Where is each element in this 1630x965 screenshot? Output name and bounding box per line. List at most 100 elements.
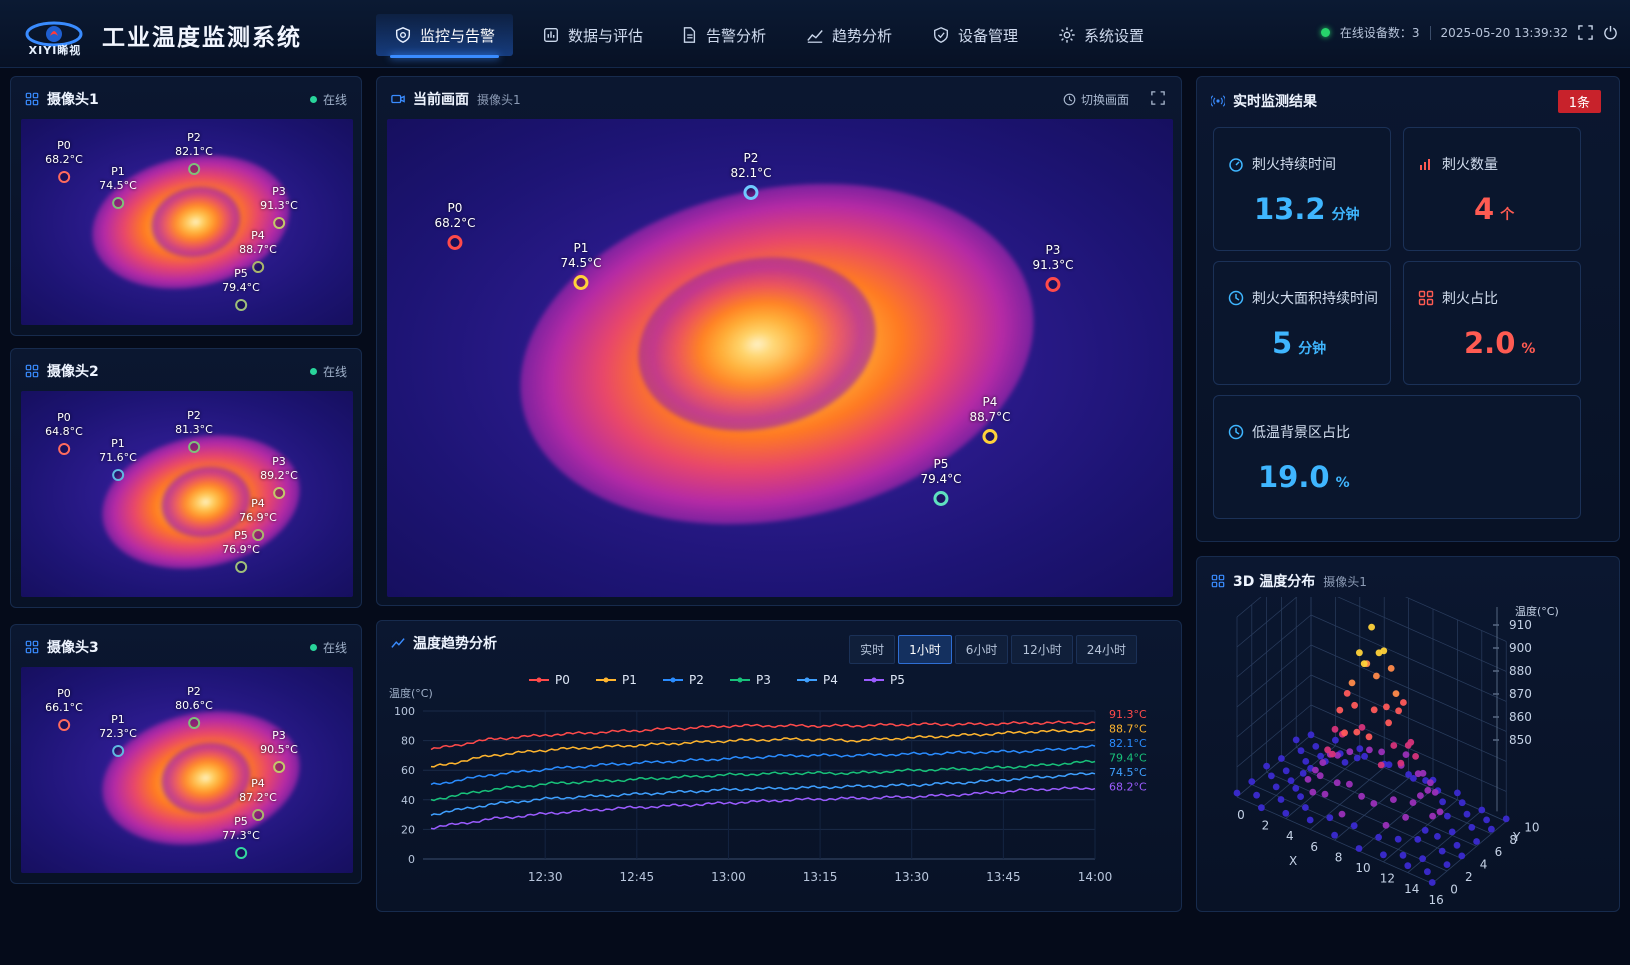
measure-point-p5[interactable]: P5 77.3°C <box>222 815 260 859</box>
x-tick-label: 13:15 <box>803 870 838 884</box>
camera-title: 摄像头1 <box>25 89 99 109</box>
y-tick-label: 60 <box>401 764 415 777</box>
nav-monitor-alarm[interactable]: 监控与告警 <box>376 14 514 58</box>
nav-trend-analysis[interactable]: 趋势分析 <box>788 14 910 56</box>
nav-device-manage[interactable]: 设备管理 <box>914 14 1036 56</box>
results-panel: 实时监测结果 1条 刺火持续时间 13.2 分钟 刺火数量 4 个 刺火大面积持… <box>1196 76 1620 542</box>
metric-value: 13.2 <box>1254 192 1326 226</box>
measure-point-p5[interactable]: P5 79.4°C <box>222 267 260 311</box>
dist3d-subtitle: 摄像头1 <box>1323 574 1367 589</box>
camera-panel-2[interactable]: 摄像头2 在线 P0 64.8°C P1 71.6°C P2 81.3°C P3… <box>10 348 362 608</box>
alert-count-badge[interactable]: 1条 <box>1557 90 1601 113</box>
point-ring-icon <box>933 491 949 506</box>
camera-status-text: 在线 <box>322 365 347 379</box>
point-name: P4 <box>251 777 265 790</box>
legend-marker <box>603 677 609 683</box>
y-tick-label: 2 <box>1465 870 1473 884</box>
series-end-label: 91.3°C <box>1109 708 1147 721</box>
x-tick-label: 12:30 <box>528 870 563 884</box>
app-title: 工业温度监测系统 <box>102 25 302 51</box>
measure-point-p0[interactable]: P0 68.2°C <box>45 139 83 183</box>
main-measure-point-p2[interactable]: P2 82.1°C <box>730 151 772 200</box>
camera-thermal-image[interactable]: P0 66.1°C P1 72.3°C P2 80.6°C P3 90.5°C … <box>21 667 353 873</box>
dist3d-panel: 3D 温度分布 摄像头1 910 900 880 870 860 850 温度(°C) 0 2 4… <box>1196 556 1620 912</box>
series-end-label: 68.2°C <box>1109 781 1147 794</box>
main-thermal-image[interactable]: P0 68.2°C P1 74.5°C P2 82.1°C P3 91.3°C … <box>387 119 1173 597</box>
x-axis-label: X <box>1289 854 1297 868</box>
measure-point-p1[interactable]: P1 72.3°C <box>99 713 137 757</box>
nav-alarm-analysis[interactable]: 告警分析 <box>662 14 784 56</box>
switch-view-label: 切换画面 <box>1080 93 1129 107</box>
scatter-point <box>1424 868 1431 876</box>
point-name: P0 <box>57 411 71 424</box>
measure-point-p0[interactable]: P0 66.1°C <box>45 687 83 731</box>
fullscreen-icon[interactable] <box>1578 25 1593 40</box>
scatter-point <box>1317 752 1324 760</box>
legend-label: P5 <box>890 673 905 687</box>
scatter-point <box>1394 835 1402 843</box>
nav-label: 系统设置 <box>1084 26 1145 45</box>
measure-point-p5[interactable]: P5 76.9°C <box>222 529 260 573</box>
main-measure-point-p5[interactable]: P5 79.4°C <box>920 457 962 506</box>
camera-panel-3[interactable]: 摄像头3 在线 P0 66.1°C P1 72.3°C P2 80.6°C P3… <box>10 624 362 884</box>
divider <box>1429 25 1431 40</box>
main-measure-point-p4[interactable]: P4 88.7°C <box>969 395 1011 444</box>
scatter-point <box>1458 852 1466 860</box>
trend-area-icon <box>807 30 823 43</box>
y-tick-label: 4 <box>1480 858 1488 872</box>
scatter-point <box>1343 690 1351 697</box>
scatter-point <box>1282 767 1290 775</box>
main-measure-point-p0[interactable]: P0 68.2°C <box>434 201 476 250</box>
expand-icon[interactable] <box>1151 91 1165 105</box>
nav-data-eval[interactable]: 数据与评估 <box>524 14 661 56</box>
nav-label: 设备管理 <box>958 26 1019 45</box>
measure-point-p2[interactable]: P2 82.1°C <box>175 131 213 175</box>
measure-point-p3[interactable]: P3 91.3°C <box>260 185 298 229</box>
x-tick-label: 13:30 <box>894 870 929 884</box>
point-temp: 72.3°C <box>99 727 137 740</box>
3d-scatter-plot[interactable]: 910900880870860850温度(°C)0246810121416X02… <box>1197 597 1621 909</box>
metric-value-wrap: 19.0 % <box>1258 460 1350 494</box>
power-icon[interactable] <box>1603 25 1618 40</box>
measure-point-p1[interactable]: P1 74.5°C <box>99 165 137 209</box>
scatter-point <box>1268 772 1275 780</box>
results-title: 实时监测结果 <box>1211 91 1317 111</box>
metric-unit: 分钟 <box>1298 341 1327 357</box>
x-tick-label: 12:45 <box>620 870 655 884</box>
series-end-label: 82.1°C <box>1109 737 1147 750</box>
scatter-point <box>1282 809 1290 817</box>
main-measure-point-p1[interactable]: P1 74.5°C <box>560 241 602 290</box>
z-tick-label: 910 <box>1509 618 1532 632</box>
scatter-point <box>1402 751 1410 758</box>
shield-camera-icon <box>395 27 411 43</box>
scatter-point <box>1488 825 1495 833</box>
scatter-point <box>1424 787 1432 794</box>
camera-thermal-image[interactable]: P0 68.2°C P1 74.5°C P2 82.1°C P3 91.3°C … <box>21 119 353 325</box>
point-temp: 82.1°C <box>730 166 772 180</box>
measure-point-p1[interactable]: P1 71.6°C <box>99 437 137 481</box>
metric-unit: 分钟 <box>1331 207 1360 223</box>
switch-view-button[interactable]: 切换画面 <box>1063 91 1129 108</box>
main-measure-point-p3[interactable]: P3 91.3°C <box>1032 243 1074 292</box>
scatter-point <box>1395 707 1402 715</box>
point-temp: 77.3°C <box>222 829 260 842</box>
scatter-point <box>1346 780 1353 788</box>
video-camera-icon <box>391 94 405 104</box>
measure-point-p2[interactable]: P2 81.3°C <box>175 409 213 453</box>
camera-thermal-image[interactable]: P0 64.8°C P1 71.6°C P2 81.3°C P3 89.2°C … <box>21 391 353 597</box>
measure-point-p3[interactable]: P3 89.2°C <box>260 455 298 499</box>
metric-label: 刺火大面积持续时间 <box>1228 288 1378 308</box>
scatter-point <box>1368 623 1375 631</box>
nav-settings[interactable]: 系统设置 <box>1040 14 1162 56</box>
measure-point-p0[interactable]: P0 64.8°C <box>45 411 83 455</box>
scatter-point <box>1434 833 1441 840</box>
floor-grid-line <box>1383 799 1458 863</box>
point-name: P5 <box>234 267 248 280</box>
scatter-point <box>1350 822 1358 830</box>
measure-point-p3[interactable]: P3 90.5°C <box>260 729 298 773</box>
point-temp: 81.3°C <box>175 423 213 436</box>
point-ring-icon <box>188 717 200 729</box>
camera-panel-1[interactable]: 摄像头1 在线 P0 68.2°C P1 74.5°C P2 82.1°C P3… <box>10 76 362 336</box>
z-tick-label: 880 <box>1509 664 1532 678</box>
measure-point-p2[interactable]: P2 80.6°C <box>175 685 213 729</box>
